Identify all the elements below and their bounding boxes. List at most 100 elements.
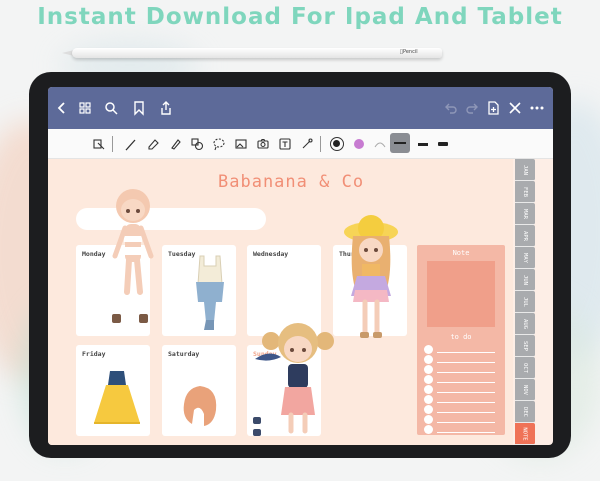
todo-item[interactable] [424,385,498,395]
toolbar-divider [112,136,113,152]
todo-line [437,432,495,433]
todo-checkbox[interactable] [424,425,433,434]
stroke-curve-icon[interactable] [373,137,387,151]
eraser-icon[interactable] [146,137,160,151]
todo-checkbox[interactable] [424,345,433,354]
todo-checkbox[interactable] [424,385,433,394]
overalls-sticker[interactable] [188,254,233,334]
redo-icon[interactable] [464,100,480,116]
month-tab-may[interactable]: MAY [515,247,535,269]
lasso-page-icon[interactable] [92,137,106,151]
promo-headline: Instant Download For Ipad And Tablet [37,4,563,30]
month-tab-sep[interactable]: SEP [515,335,535,357]
month-tab-aug[interactable]: AUG [515,313,535,335]
day-label: Wednesday [253,250,289,258]
color-swatch-black[interactable] [330,137,344,151]
laser-icon[interactable] [300,137,314,151]
grid-icon[interactable] [77,100,93,116]
month-tab-label: JAN [522,164,528,175]
back-icon[interactable] [54,100,70,116]
todo-item[interactable] [424,395,498,405]
todo-checkbox[interactable] [424,405,433,414]
todo-line [437,372,495,373]
planner-brand: Babanana & Co [218,172,365,192]
more-icon[interactable] [529,100,545,116]
month-tab-oct[interactable]: OCT [515,357,535,379]
doll-sticker-pigtails[interactable] [253,319,343,445]
todo-line [437,392,495,393]
todo-item[interactable] [424,425,498,435]
month-tab-nov[interactable]: NOV [515,379,535,401]
close-icon[interactable] [507,100,523,116]
note-panel: Note to do [417,245,505,435]
todo-item[interactable] [424,415,498,425]
month-tab-jul[interactable]: JUL [515,291,535,313]
day-label: Saturday [168,350,200,358]
todo-line [437,362,495,363]
doll-sticker-base[interactable] [103,184,163,334]
todo-item[interactable] [424,405,498,415]
month-tab-label: JUN [522,274,528,285]
dress-sticker[interactable] [92,369,142,429]
note-title: Note [452,249,470,257]
month-tab-label: NOV [522,384,528,395]
todo-item[interactable] [424,345,498,355]
note-box[interactable] [427,261,495,327]
todo-checkbox[interactable] [424,355,433,364]
doll-sticker-sunhat[interactable] [341,214,401,344]
todo-checkbox[interactable] [424,375,433,384]
month-tab-label: AUG [522,318,528,329]
month-tab-label: MAY [522,252,528,263]
todo-line [437,352,495,353]
day-label: Friday [82,350,106,358]
bookmark-icon[interactable] [131,100,147,116]
color-swatch-purple[interactable] [352,137,366,151]
month-tab-jun[interactable]: JUN [515,269,535,291]
planner-page: Babanana & Co Monday Tuesday Wednesday T… [48,159,513,445]
day-label: Monday [82,250,106,258]
todo-item[interactable] [424,375,498,385]
shapes-icon[interactable] [190,137,204,151]
lasso-icon[interactable] [212,137,226,151]
pen-icon[interactable] [124,137,138,151]
month-tab-note[interactable]: NOTE [515,423,535,445]
month-tab-feb[interactable]: FEB [515,181,535,203]
month-tab-label: NOTE [522,426,528,441]
month-tab-label: SEP [522,340,528,351]
month-tab-label: OCT [522,362,528,373]
todo-item[interactable] [424,365,498,375]
app-topbar [48,87,553,129]
todo-checkbox[interactable] [424,415,433,424]
stroke-thin-selected[interactable] [390,133,410,153]
toolbar-divider [320,136,321,152]
todo-item[interactable] [424,355,498,365]
month-tab-mar[interactable]: MAR [515,203,535,225]
add-page-icon[interactable] [485,100,501,116]
drawing-toolbar [48,129,553,159]
month-tab-jan[interactable]: JAN [515,159,535,181]
month-tab-label: DEC [522,406,528,417]
todo-checkbox[interactable] [424,365,433,374]
month-tab-apr[interactable]: APR [515,225,535,247]
search-icon[interactable] [103,100,119,116]
month-tab-label: JUL [522,296,528,307]
todo-line [437,382,495,383]
undo-icon[interactable] [443,100,459,116]
stylus-brand-label: Pencil [400,49,418,55]
stroke-medium[interactable] [416,137,430,151]
text-icon[interactable] [278,137,292,151]
month-tab-label: FEB [522,186,528,197]
month-tab-label: MAR [522,208,528,219]
share-icon[interactable] [158,100,174,116]
todo-line [437,402,495,403]
tablet-screen: Babanana & Co Monday Tuesday Wednesday T… [48,87,553,445]
image-icon[interactable] [234,137,248,151]
highlighter-icon[interactable] [168,137,182,151]
month-tab-dec[interactable]: DEC [515,401,535,423]
stylus-pencil [72,48,442,58]
camera-icon[interactable] [256,137,270,151]
todo-line [437,422,495,423]
stroke-thick[interactable] [436,137,450,151]
todo-checkbox[interactable] [424,395,433,404]
wig-sticker[interactable] [180,384,220,429]
